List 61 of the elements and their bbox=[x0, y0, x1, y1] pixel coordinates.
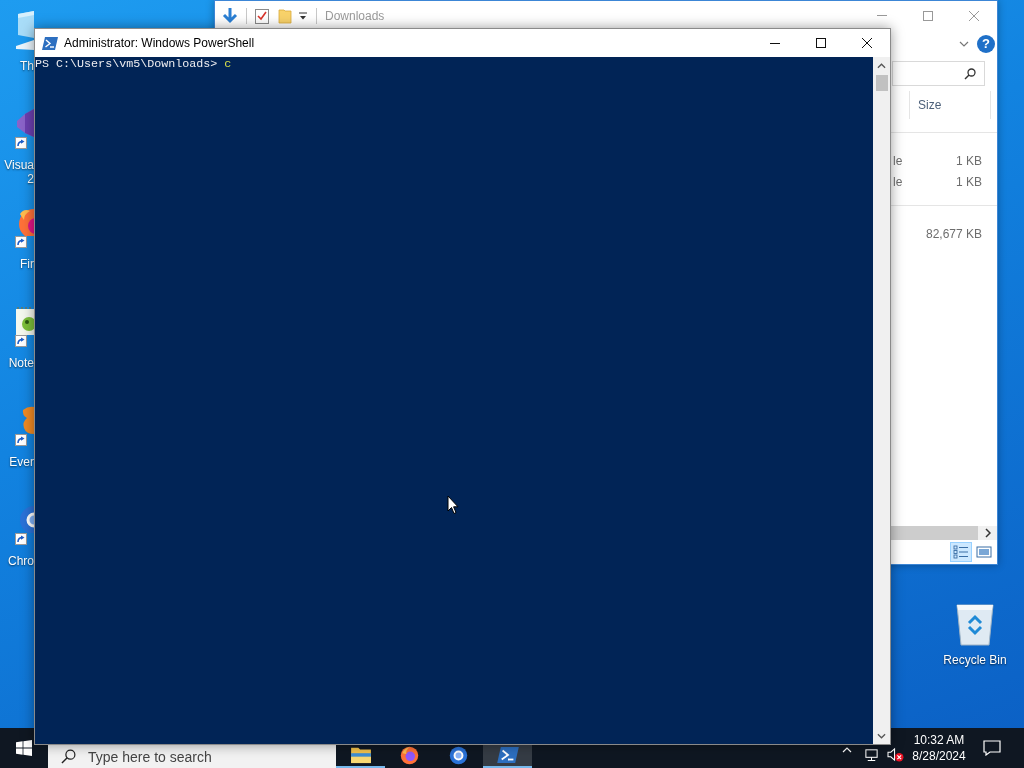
details-list-icon bbox=[953, 545, 969, 559]
desktop-icon-label: Note bbox=[8, 356, 34, 370]
chevron-down-icon bbox=[959, 40, 969, 47]
notepad-icon[interactable] bbox=[14, 307, 34, 335]
search-input[interactable]: Type here to search bbox=[88, 747, 328, 766]
desktop-icon-label: Chro bbox=[8, 554, 34, 568]
speech-bubble-icon bbox=[982, 740, 1001, 756]
console-area[interactable]: PS C:\Users\vm5\Downloads> c bbox=[35, 57, 873, 744]
desktop-icon-label: Visua bbox=[4, 158, 34, 172]
search-field[interactable] bbox=[892, 61, 985, 86]
chevron-up-icon bbox=[842, 747, 852, 753]
browser-icon bbox=[449, 746, 468, 765]
desktop-icon-label: Recycle Bin bbox=[943, 653, 1007, 667]
scrollbar-thumb[interactable] bbox=[875, 75, 888, 91]
prompt-text: PS C:\Users\vm5\Downloads> bbox=[35, 57, 218, 71]
file-size-text: 82,677 KB bbox=[925, 226, 983, 241]
terminal-icon bbox=[496, 746, 519, 764]
desktop-icon-label: Ever bbox=[9, 455, 34, 469]
desktop-icon-label: Th bbox=[20, 59, 34, 73]
vertical-scrollbar[interactable] bbox=[873, 57, 890, 744]
windows-logo-icon bbox=[16, 740, 32, 756]
recycle-bin-icon[interactable] bbox=[954, 601, 996, 647]
window-title: Downloads bbox=[325, 8, 385, 23]
checklist-icon[interactable] bbox=[255, 7, 269, 24]
minimize-icon bbox=[770, 42, 780, 44]
folder-icon bbox=[349, 746, 372, 764]
desktop-icon-label: 2 bbox=[27, 172, 34, 186]
clock-button[interactable]: 10:32 AM 8/28/2024 bbox=[907, 728, 971, 768]
download-arrow-icon[interactable] bbox=[222, 6, 238, 25]
desktop-icon-label: Fir bbox=[20, 257, 34, 271]
scrollbar-thumb[interactable] bbox=[891, 526, 978, 540]
chevron-right-icon bbox=[984, 528, 991, 538]
file-type-text: le bbox=[892, 174, 903, 189]
minimize-icon bbox=[877, 15, 887, 16]
taskbar-search-bar[interactable]: Type here to search bbox=[48, 745, 336, 768]
search-icon bbox=[964, 67, 976, 80]
search-icon bbox=[61, 749, 76, 764]
terminal-icon bbox=[42, 36, 58, 50]
chevron-up-icon bbox=[877, 62, 886, 69]
command-text: c bbox=[224, 57, 232, 71]
network-monitor-icon bbox=[863, 747, 879, 762]
taskbar-app-button[interactable] bbox=[483, 745, 532, 768]
file-size-text: 1 KB bbox=[956, 174, 983, 189]
window-title: Administrator: Windows PowerShell bbox=[64, 36, 255, 50]
computer-icon[interactable] bbox=[14, 10, 34, 50]
caret-icon[interactable] bbox=[298, 10, 308, 21]
close-icon bbox=[862, 38, 872, 48]
mouse-pointer-icon bbox=[447, 495, 459, 515]
browser-icon bbox=[400, 746, 419, 765]
details-view-button[interactable] bbox=[950, 542, 972, 562]
taskbar-app-button[interactable] bbox=[336, 745, 385, 768]
chevron-down-icon bbox=[877, 732, 886, 739]
large-icons-view-icon bbox=[976, 545, 992, 559]
column-header[interactable]: Size bbox=[910, 91, 991, 119]
close-icon bbox=[969, 10, 979, 21]
file-type-text: le bbox=[892, 153, 903, 168]
app-logo-icon[interactable] bbox=[14, 109, 34, 137]
file-size-text: 1 KB bbox=[956, 153, 983, 168]
maximize-icon bbox=[816, 38, 826, 48]
help-button[interactable]: ? bbox=[977, 34, 995, 53]
maximize-icon bbox=[923, 10, 933, 21]
